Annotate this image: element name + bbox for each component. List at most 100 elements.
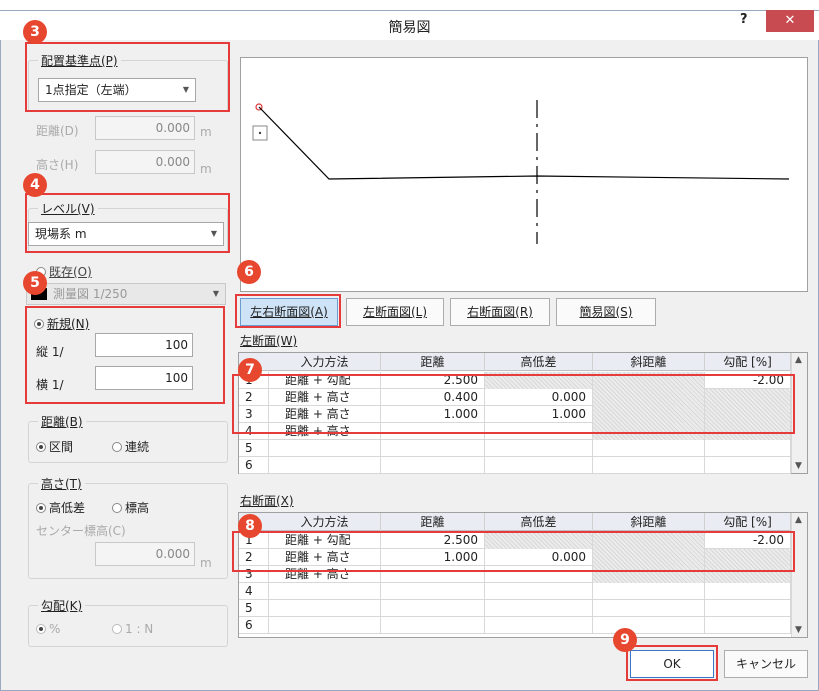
table-cell-diff[interactable]	[485, 440, 593, 457]
column-header[interactable]: 距離	[381, 353, 485, 371]
new-radio[interactable]: 新規(N)	[34, 315, 89, 332]
radio-icon	[36, 442, 46, 452]
column-header[interactable]: 入力方法	[269, 513, 381, 531]
table-cell-dist[interactable]	[381, 600, 485, 617]
table-cell-slant[interactable]	[593, 617, 705, 634]
column-header[interactable]: 高低差	[485, 353, 593, 371]
step-badge-3: 3	[23, 20, 47, 44]
table-cell-slant[interactable]	[593, 440, 705, 457]
relative-height-radio[interactable]: 高低差	[36, 499, 85, 516]
table-cell-no: 5	[239, 600, 269, 617]
table-row[interactable]: 6	[239, 617, 791, 634]
column-header[interactable]: 勾配 [%]	[705, 353, 791, 371]
table-cell-no: 6	[239, 457, 269, 474]
highlight-box-8	[232, 531, 795, 572]
column-header[interactable]: 勾配 [%]	[705, 513, 791, 531]
right-section-title: 右断面(X)	[240, 494, 294, 508]
table-cell-dist[interactable]	[381, 440, 485, 457]
grid-header: 入力方法 距離 高低差 斜距離 勾配 [%]	[239, 513, 791, 531]
table-cell-no: 4	[239, 583, 269, 600]
height-label: 高さ(H)	[36, 158, 79, 172]
distance-input[interactable]: 0.000	[95, 116, 195, 140]
scroll-down-icon[interactable]: ▼	[795, 461, 802, 471]
table-cell-slant[interactable]	[593, 457, 705, 474]
ratio-radio[interactable]: 1 : N	[112, 622, 153, 636]
window-title: 簡易図	[388, 20, 431, 36]
height-mode-legend: 高さ(T)	[38, 475, 85, 492]
table-row[interactable]: 4	[239, 583, 791, 600]
scroll-up-icon[interactable]: ▲	[795, 355, 802, 365]
column-header[interactable]: 入力方法	[269, 353, 381, 371]
table-cell-grade[interactable]	[705, 440, 791, 457]
table-cell-dist[interactable]	[381, 457, 485, 474]
table-cell-dist[interactable]	[381, 617, 485, 634]
table-cell-slant[interactable]	[593, 583, 705, 600]
table-cell-dist[interactable]	[381, 583, 485, 600]
interval-radio[interactable]: 区間	[36, 438, 73, 455]
cancel-button[interactable]: キャンセル	[724, 650, 808, 678]
table-cell-method[interactable]	[269, 440, 381, 457]
table-cell-grade[interactable]	[705, 583, 791, 600]
step-badge-8: 8	[238, 514, 262, 538]
highlight-box-4	[25, 193, 230, 253]
table-cell-method[interactable]	[269, 600, 381, 617]
close-button[interactable]: ✕	[766, 10, 814, 32]
horizontal-scale-input[interactable]: 100	[95, 366, 193, 390]
column-header[interactable]: 斜距離	[593, 513, 705, 531]
highlight-box-6	[235, 294, 341, 328]
scroll-up-icon[interactable]: ▲	[795, 515, 802, 525]
table-row[interactable]: 5	[239, 600, 791, 617]
center-elevation-input[interactable]: 0.000	[95, 542, 195, 566]
table-row[interactable]: 6	[239, 457, 791, 474]
table-cell-diff[interactable]	[485, 600, 593, 617]
table-cell-slant[interactable]	[593, 600, 705, 617]
vertical-scale-input[interactable]: 100	[95, 333, 193, 357]
step-badge-9: 9	[613, 628, 637, 652]
distance-mode-legend: 距離(B)	[38, 413, 86, 430]
preview-canvas	[240, 57, 808, 292]
table-cell-grade[interactable]	[705, 600, 791, 617]
column-header[interactable]: 高低差	[485, 513, 593, 531]
table-cell-diff[interactable]	[485, 457, 593, 474]
help-icon[interactable]: ?	[740, 12, 748, 27]
table-cell-method[interactable]	[269, 617, 381, 634]
table-cell-grade[interactable]	[705, 457, 791, 474]
tab-simple[interactable]: 簡易図(S)	[556, 298, 656, 326]
left-section-title: 左断面(W)	[240, 334, 298, 348]
radio-icon	[34, 319, 44, 329]
step-badge-7: 7	[238, 358, 262, 382]
elevation-radio[interactable]: 標高	[112, 499, 149, 516]
height-input[interactable]: 0.000	[95, 150, 195, 174]
radio-icon	[112, 503, 122, 513]
table-cell-no: 5	[239, 440, 269, 457]
highlight-box-7	[232, 374, 795, 434]
scroll-down-icon[interactable]: ▼	[795, 625, 802, 635]
existing-select[interactable]: 測量図 1/250 ▼	[26, 283, 226, 305]
tab-left-section[interactable]: 左断面図(L)	[346, 298, 444, 326]
vertical-scale-label: 縦 1/	[36, 345, 64, 359]
table-cell-no: 6	[239, 617, 269, 634]
column-header[interactable]: 距離	[381, 513, 485, 531]
center-elevation-unit: m	[200, 556, 212, 570]
column-header[interactable]: 斜距離	[593, 353, 705, 371]
table-cell-diff[interactable]	[485, 583, 593, 600]
distance-unit: m	[200, 125, 212, 139]
tab-right-section[interactable]: 右断面図(R)	[450, 298, 550, 326]
slope-mode-legend: 勾配(K)	[38, 597, 86, 614]
percent-radio[interactable]: %	[36, 622, 60, 636]
center-elevation-label: センター標高(C)	[36, 524, 126, 538]
continuous-radio[interactable]: 連続	[112, 438, 149, 455]
highlight-box-9	[626, 645, 718, 681]
radio-icon	[36, 503, 46, 513]
table-row[interactable]: 5	[239, 440, 791, 457]
origin-dot	[258, 131, 262, 135]
table-cell-method[interactable]	[269, 583, 381, 600]
step-badge-4: 4	[23, 173, 47, 197]
table-cell-diff[interactable]	[485, 617, 593, 634]
radio-icon	[36, 624, 46, 634]
cross-section-preview	[252, 100, 790, 244]
table-cell-grade[interactable]	[705, 617, 791, 634]
highlight-box-3	[25, 42, 230, 112]
table-cell-method[interactable]	[269, 457, 381, 474]
chevron-down-icon: ▼	[212, 289, 219, 298]
